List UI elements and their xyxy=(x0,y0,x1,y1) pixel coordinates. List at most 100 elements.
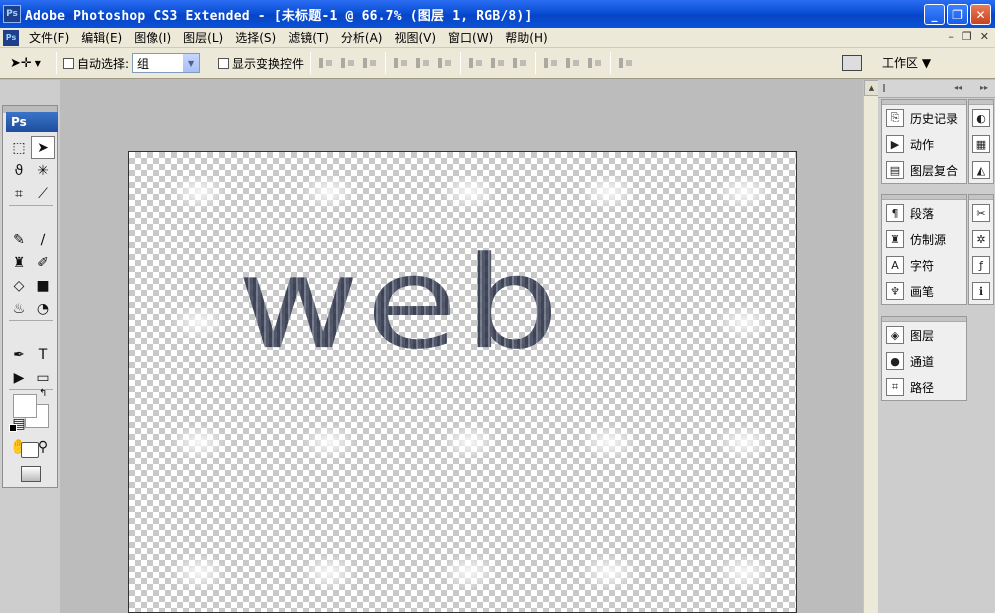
distribute-bottom-icon[interactable] xyxy=(511,56,529,70)
menu-file[interactable]: 文件(F) xyxy=(23,29,75,46)
panel-group-paragraph: ¶ 段落 ♜ 仿制源 A 字符 ♆ 画笔 xyxy=(881,194,967,305)
scroll-up-icon[interactable]: ▲ xyxy=(864,80,879,96)
info-icon[interactable]: ℹ xyxy=(972,282,990,300)
panel-clone-source[interactable]: ♜ 仿制源 xyxy=(882,226,966,252)
tool-presets-icon[interactable]: ✂ xyxy=(972,204,990,222)
dodge-tool-icon[interactable]: ◔ xyxy=(31,297,55,320)
distribute-right-icon[interactable] xyxy=(586,56,604,70)
document-canvas[interactable]: web xyxy=(128,151,797,613)
photoshop-app-icon: Ps xyxy=(3,5,21,23)
document-icon[interactable]: Ps xyxy=(3,29,19,46)
move-tool-icon: ➤✛ xyxy=(10,55,32,71)
foreground-color-swatch[interactable] xyxy=(13,394,37,418)
crop-tool-icon[interactable]: ⌗ xyxy=(7,182,31,205)
panel-character[interactable]: A 字符 xyxy=(882,252,966,278)
marquee-tool-icon[interactable]: ⬚ xyxy=(7,136,31,159)
title-bar: Ps Adobe Photoshop CS3 Extended - [未标题-1… xyxy=(0,0,995,28)
auto-align-icon[interactable] xyxy=(617,56,635,70)
doc-minimize-button[interactable]: – xyxy=(948,30,954,43)
blur-tool-icon[interactable]: ♨ xyxy=(7,297,31,320)
show-transform-checkbox[interactable] xyxy=(218,57,230,69)
show-transform-label: 显示变换控件 xyxy=(232,56,305,71)
divider xyxy=(385,52,387,74)
align-right-icon[interactable] xyxy=(436,56,454,70)
histogram-icon[interactable]: ƒ xyxy=(972,256,990,274)
panel-label: 通道 xyxy=(910,354,935,369)
close-button[interactable]: ✕ xyxy=(970,4,991,25)
menu-window[interactable]: 窗口(W) xyxy=(442,29,499,46)
document-workarea: web xyxy=(60,80,863,613)
panel-label: 路径 xyxy=(910,380,935,395)
auto-select-value: 组 xyxy=(137,56,150,71)
brush-icon: ♆ xyxy=(886,282,904,300)
menu-select[interactable]: 选择(S) xyxy=(229,29,282,46)
align-vcenter-icon[interactable] xyxy=(339,56,357,70)
panel-paragraph[interactable]: ¶ 段落 xyxy=(882,200,966,226)
move-tool-icon[interactable]: ➤ xyxy=(31,136,55,159)
auto-select-dropdown[interactable]: 组 ▼ xyxy=(132,53,201,73)
swap-colors-icon[interactable]: ↰ xyxy=(39,388,47,399)
doc-close-button[interactable]: ✕ xyxy=(980,30,989,43)
menu-image[interactable]: 图像(I) xyxy=(128,29,177,46)
auto-select-checkbox[interactable] xyxy=(63,57,74,69)
panel-brushes[interactable]: ♆ 画笔 xyxy=(882,278,966,304)
auto-align-button xyxy=(617,56,635,70)
brush-tool-icon[interactable]: ∕ xyxy=(31,228,55,251)
align-hcenter-icon[interactable] xyxy=(414,56,432,70)
menu-help[interactable]: 帮助(H) xyxy=(499,29,553,46)
panel-channels[interactable]: ● 通道 xyxy=(882,348,966,374)
eraser-tool-icon[interactable]: ◇ xyxy=(7,274,31,297)
gradient-tool-icon[interactable]: ■ xyxy=(31,274,55,297)
panel-label: 字符 xyxy=(910,258,935,273)
history-brush-tool-icon[interactable]: ✐ xyxy=(31,251,55,274)
navigator-icon[interactable]: ✲ xyxy=(972,230,990,248)
default-colors-icon[interactable] xyxy=(9,424,17,432)
styles-icon[interactable]: ◭ xyxy=(972,161,990,179)
workspace-menu[interactable]: 工作区 ▼ xyxy=(882,54,931,71)
lasso-tool-icon[interactable]: ϑ xyxy=(7,159,31,182)
distribute-hcenter-icon[interactable] xyxy=(564,56,582,70)
align-left-icon[interactable] xyxy=(392,56,410,70)
tool-preset-picker[interactable]: ➤✛ ▼ xyxy=(10,56,50,71)
slice-tool-icon[interactable]: ⟋ xyxy=(31,182,55,205)
magic-wand-tool-icon[interactable]: ✳ xyxy=(31,159,55,182)
minimize-button[interactable]: _ xyxy=(924,4,945,25)
path-selection-tool-icon[interactable]: ▶ xyxy=(7,366,31,389)
distribute-left-icon[interactable] xyxy=(542,56,560,70)
screen-mode-icon[interactable] xyxy=(21,466,41,482)
menu-view[interactable]: 视图(V) xyxy=(388,29,442,46)
menu-filter[interactable]: 滤镜(T) xyxy=(282,29,335,46)
panel-group-layers: ◈ 图层 ● 通道 ⌗ 路径 xyxy=(881,316,967,401)
options-bar: ➤✛ ▼ 自动选择: 组 ▼ 显示变换控件 工作区 ▼ xyxy=(0,48,995,79)
panel-actions[interactable]: ▶ 动作 xyxy=(882,131,966,157)
panel-history[interactable]: ⎘ 历史记录 xyxy=(882,105,966,131)
align-top-icon[interactable] xyxy=(317,56,335,70)
clone-stamp-tool-icon[interactable]: ♜ xyxy=(7,251,31,274)
type-tool-icon[interactable]: T xyxy=(31,343,55,366)
panel-layers[interactable]: ◈ 图层 xyxy=(882,322,966,348)
quick-mask-icon[interactable] xyxy=(21,442,39,458)
healing-brush-tool-icon[interactable]: ✎ xyxy=(7,228,31,251)
panel-paths[interactable]: ⌗ 路径 xyxy=(882,374,966,400)
doc-restore-button[interactable]: ❐ xyxy=(962,30,972,43)
shape-tool-icon[interactable]: ▭ xyxy=(31,366,55,389)
pen-tool-icon[interactable]: ✒ xyxy=(7,343,31,366)
vertical-scrollbar[interactable]: ▲ xyxy=(863,80,879,613)
grip-icon[interactable]: ‖ xyxy=(882,83,886,92)
panel-group-history: ⎘ 历史记录 ▶ 动作 ▤ 图层复合 xyxy=(881,99,967,184)
swatches-icon[interactable]: ▦ xyxy=(972,135,990,153)
menu-analysis[interactable]: 分析(A) xyxy=(335,29,389,46)
align-bottom-icon[interactable] xyxy=(361,56,379,70)
restore-button[interactable]: ❐ xyxy=(947,4,968,25)
divider xyxy=(56,52,57,74)
collapse-arrows-icon[interactable]: ◂◂ xyxy=(954,83,962,92)
expand-arrows-icon[interactable]: ▸▸ xyxy=(980,83,988,92)
distribute-vcenter-icon[interactable] xyxy=(489,56,507,70)
menu-edit[interactable]: 编辑(E) xyxy=(75,29,128,46)
palette-well-icon[interactable] xyxy=(842,55,862,71)
color-palette-icon[interactable]: ◐ xyxy=(972,109,990,127)
distribute-h-buttons xyxy=(542,56,604,70)
panel-layer-comps[interactable]: ▤ 图层复合 xyxy=(882,157,966,183)
menu-layer[interactable]: 图层(L) xyxy=(177,29,229,46)
distribute-top-icon[interactable] xyxy=(467,56,485,70)
